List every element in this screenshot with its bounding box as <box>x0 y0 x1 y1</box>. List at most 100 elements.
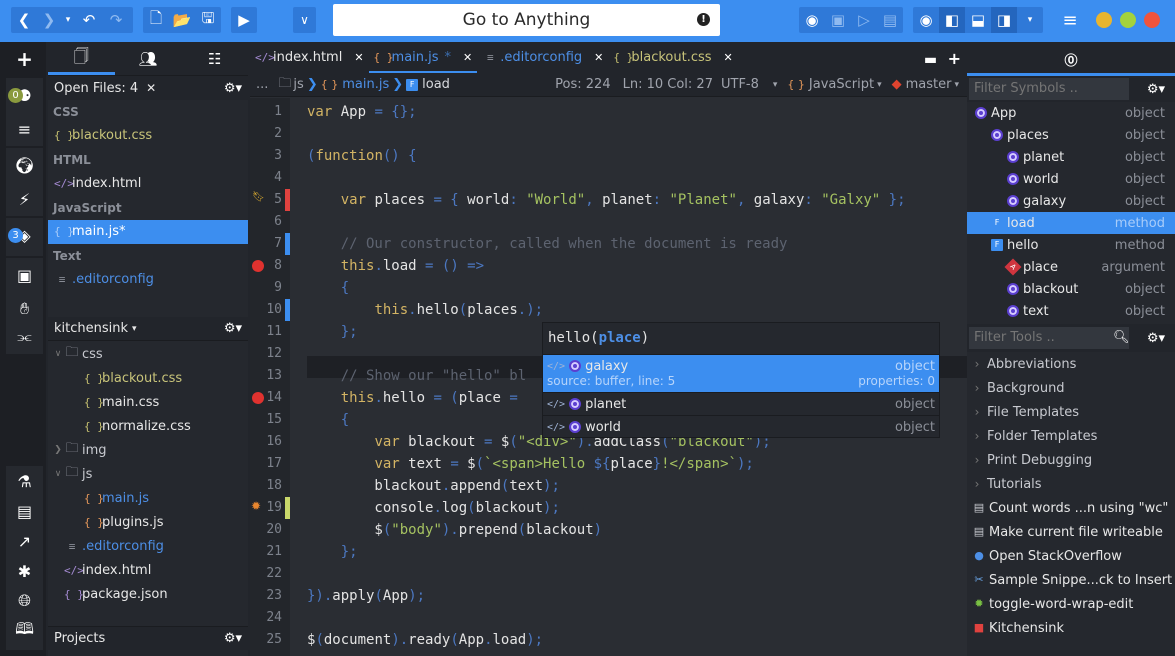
add-button[interactable]: + <box>6 42 43 76</box>
slack-button[interactable]: ✱ <box>6 556 43 586</box>
minimize-button[interactable] <box>1096 12 1112 28</box>
web-button[interactable]: 🌐︎ <box>6 586 43 616</box>
completion-item[interactable]: </> planet object <box>543 392 939 415</box>
notification-icon[interactable]: ! <box>697 13 710 26</box>
docs-button[interactable]: 🕮︎ <box>6 616 43 646</box>
gear-icon[interactable]: ⚙▾ <box>224 81 242 96</box>
record-macro-button[interactable]: ◉ <box>799 7 825 33</box>
tab-list-icon[interactable]: ▬ <box>924 52 937 68</box>
chevron-down-icon[interactable]: ∨ <box>52 469 64 479</box>
outline-button[interactable]: ≡ <box>6 112 43 146</box>
file-item[interactable]: ≡ .editorconfig <box>48 534 248 558</box>
save-macro-button[interactable]: ▤ <box>877 7 903 33</box>
save-button[interactable]: 🖫 <box>195 7 221 33</box>
open-file-button[interactable]: 📂 <box>169 7 195 33</box>
close-all-icon[interactable]: ✕ <box>146 81 156 95</box>
chevron-down-icon[interactable]: ∨ <box>52 349 64 359</box>
project-name[interactable]: kitchensink <box>54 321 128 336</box>
close-tab-icon[interactable]: ✕ <box>724 51 733 64</box>
open-file-item[interactable]: { } main.js* <box>48 220 248 244</box>
tool-folder[interactable]: › Abbreviations <box>967 352 1175 376</box>
line-gutter[interactable]: 1 2 3 4 5 6 7 8 9 10 11 12 13 14 15 16 17 18 19 20 21 22 23 24 2… <box>250 98 290 656</box>
symbol-item[interactable]: blackout object <box>967 278 1175 300</box>
symbol-item[interactable]: world object <box>967 168 1175 190</box>
file-item[interactable]: </> index.html <box>48 558 248 582</box>
breakpoint-icon[interactable] <box>252 260 264 272</box>
language-selector[interactable]: JavaScript <box>809 77 874 92</box>
file-item[interactable]: { } main.css <box>48 390 248 414</box>
stop-macro-button[interactable]: ▣ <box>825 7 851 33</box>
tool-item[interactable]: ▤ Make current file writeable <box>967 520 1175 544</box>
tests-button[interactable]: ⚗︎ <box>6 466 43 496</box>
tool-folder[interactable]: › Folder Templates <box>967 424 1175 448</box>
folder-item[interactable]: ∨ 🗀︎ css <box>48 342 248 366</box>
tool-folder[interactable]: › Print Debugging <box>967 448 1175 472</box>
tab-database[interactable]: ☷ <box>181 42 248 75</box>
toggle-left-pane-button[interactable]: ◧ <box>939 7 965 33</box>
close-window-button[interactable] <box>1144 12 1160 28</box>
chevron-down-icon[interactable]: ▾ <box>132 324 137 334</box>
symbol-item[interactable]: Aplace argument <box>967 256 1175 278</box>
breakpoint-icon[interactable] <box>252 392 264 404</box>
close-tab-icon[interactable]: ✕ <box>594 51 603 64</box>
breadcrumb-file[interactable]: main.js <box>342 77 389 92</box>
open-file-item[interactable]: { } blackout.css <box>48 124 248 148</box>
completion-item[interactable]: </> galaxy object source: buffer, line: 5 pr… <box>543 354 939 392</box>
search-icon[interactable]: 🔍︎ <box>1113 330 1130 345</box>
gear-icon[interactable]: ⚙▾ <box>224 631 242 646</box>
breadcrumb-symbol[interactable]: load <box>422 77 450 92</box>
layout-dropdown-button[interactable]: ▾ <box>1017 7 1043 33</box>
file-item[interactable]: { } blackout.css <box>48 366 248 390</box>
toggle-right-pane-button[interactable]: ◨ <box>991 7 1017 33</box>
symbol-item[interactable]: text object <box>967 300 1175 322</box>
gear-icon[interactable]: ⚙▾ <box>1147 82 1165 97</box>
new-file-button[interactable]: 🗋 <box>143 7 169 33</box>
editor-tab[interactable]: { } blackout.css ✕ <box>608 42 737 73</box>
branch-selector[interactable]: master <box>906 77 952 92</box>
symbol-item[interactable]: App object <box>967 102 1175 124</box>
tool-folder[interactable]: › File Templates <box>967 400 1175 424</box>
run-button[interactable]: ▶ <box>231 7 257 33</box>
menu-button[interactable]: ≡ <box>1058 7 1082 33</box>
new-tab-icon[interactable]: + <box>948 49 961 68</box>
symbol-item[interactable]: places object <box>967 124 1175 146</box>
encoding[interactable]: UTF-8 <box>721 77 759 92</box>
tool-folder[interactable]: › Background <box>967 376 1175 400</box>
dashboard-button[interactable]: ▣ <box>6 258 43 292</box>
close-tab-icon[interactable]: ✕ <box>463 51 472 64</box>
chevron-down-icon[interactable]: ▾ <box>773 80 778 90</box>
redo-button[interactable]: ↷ <box>103 7 129 33</box>
file-item[interactable]: { } package.json <box>48 582 248 606</box>
symbol-item[interactable]: Fload method <box>967 212 1175 234</box>
back-button[interactable]: ❮ <box>11 7 37 33</box>
file-item[interactable]: { } normalize.css <box>48 414 248 438</box>
symbol-item[interactable]: planet object <box>967 146 1175 168</box>
open-file-item[interactable]: </> index.html <box>48 172 248 196</box>
gear-icon[interactable]: ⚙▾ <box>224 321 242 336</box>
editor-tab[interactable]: </> index.html ✕ <box>250 42 369 73</box>
share-button[interactable]: ⫘ <box>6 320 43 354</box>
close-tab-icon[interactable]: ✕ <box>354 51 363 64</box>
symbol-item[interactable]: galaxy object <box>967 190 1175 212</box>
editor-tab[interactable]: { } main.js * ✕ <box>368 42 478 73</box>
file-item[interactable]: { } main.js <box>48 486 248 510</box>
forward-button[interactable]: ❯ <box>37 7 61 33</box>
open-file-item[interactable]: ≡ .editorconfig <box>48 268 248 292</box>
undo-button[interactable]: ↶ <box>75 7 103 33</box>
go-to-anything-button[interactable]: Go to Anything ! <box>333 4 720 36</box>
folder-item[interactable]: ∨ 🗀︎ js <box>48 462 248 486</box>
bookmark-icon[interactable]: 🔖︎ <box>252 192 265 203</box>
breadcrumb-folder[interactable]: js <box>293 77 303 92</box>
tool-item[interactable]: ✂ Sample Snippe...ck to Insert <box>967 568 1175 592</box>
file-item[interactable]: { } plugins.js <box>48 510 248 534</box>
tool-folder[interactable]: › Tutorials <box>967 472 1175 496</box>
focus-mode-button[interactable]: ◉ <box>913 7 939 33</box>
commando-button[interactable]: ⚡︎ <box>6 182 43 216</box>
breadcrumb-ellipsis[interactable]: ... <box>256 77 268 92</box>
play-macro-button[interactable]: ▷ <box>851 7 877 33</box>
completion-item[interactable]: </> world object <box>543 415 939 438</box>
maximize-button[interactable] <box>1120 12 1136 28</box>
tab-code-intel[interactable]: ⓪ <box>967 42 1175 76</box>
folder-item[interactable]: ❯ 🗀︎ img <box>48 438 248 462</box>
chevron-right-icon[interactable]: ❯ <box>52 445 64 455</box>
